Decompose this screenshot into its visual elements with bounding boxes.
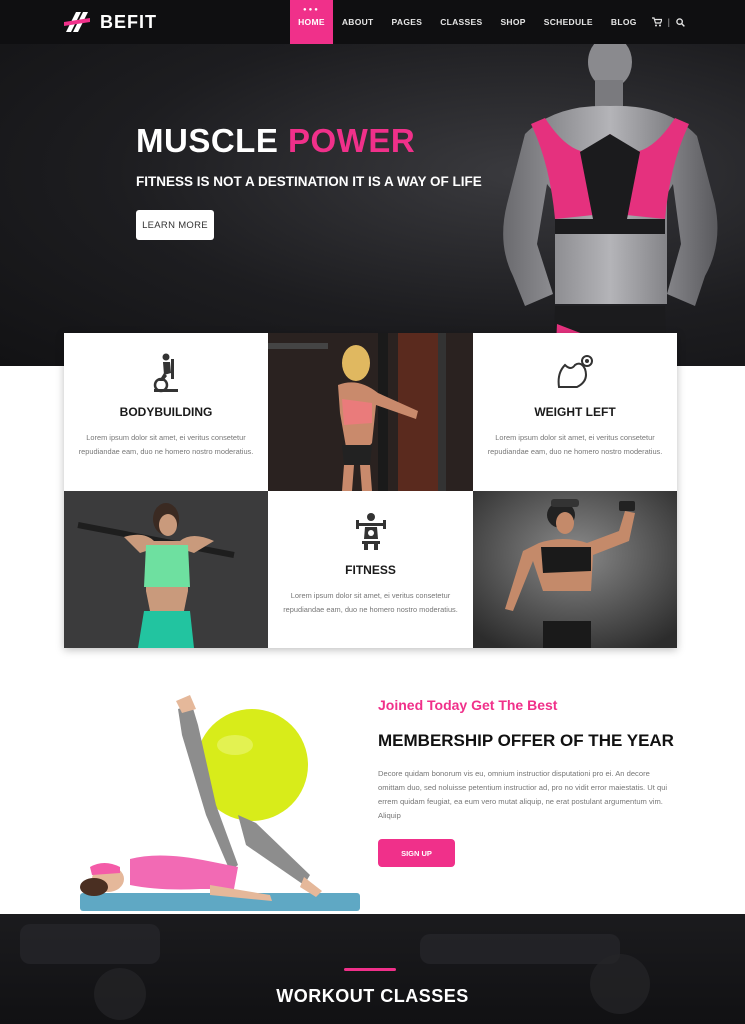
nav-item-pages[interactable]: PAGES bbox=[383, 0, 432, 44]
search-icon[interactable] bbox=[676, 17, 685, 27]
workout-classes-section: WORKOUT CLASSES bbox=[0, 914, 745, 1024]
hero-subtitle: FITNESS IS NOT A DESTINATION IT IS A WAY… bbox=[136, 174, 482, 189]
feature-title: BODYBUILDING bbox=[119, 405, 213, 419]
nav-icons: | bbox=[646, 0, 685, 44]
woman-barbell-image bbox=[64, 491, 268, 648]
woman-training-image bbox=[268, 333, 473, 491]
nav-label: BLOG bbox=[610, 17, 637, 27]
gym-photo-2 bbox=[64, 491, 268, 648]
cart-icon[interactable] bbox=[651, 17, 662, 27]
nav-item-home[interactable]: ●●● HOME bbox=[290, 0, 333, 44]
nav-item-about[interactable]: ABOUT bbox=[333, 0, 383, 44]
logo-mark-icon bbox=[64, 12, 90, 32]
woman-dumbbell-image bbox=[473, 491, 677, 648]
bicep-icon bbox=[557, 355, 593, 388]
membership-title: MEMBERSHIP OFFER OF THE YEAR bbox=[378, 731, 674, 750]
brand-name: BEFIT bbox=[100, 11, 157, 32]
feature-bodybuilding: BODYBUILDING Lorem ipsum dolor sit amet,… bbox=[64, 333, 268, 491]
feature-weight-left: WEIGHT LEFT Lorem ipsum dolor sit amet, … bbox=[473, 333, 677, 491]
learn-more-button[interactable]: LEARN MORE bbox=[136, 210, 214, 240]
weightlifter-icon bbox=[355, 513, 386, 550]
gym-photo-3 bbox=[473, 491, 677, 648]
nav-item-shop[interactable]: SHOP bbox=[491, 0, 534, 44]
gym-photo-1 bbox=[268, 333, 473, 491]
brand-logo[interactable]: BEFIT bbox=[62, 8, 157, 36]
main-menu: ●●● HOME ABOUT PAGES CLASSES SHOP SCHEDU… bbox=[290, 0, 685, 44]
hero-banner: MUSCLE POWER FITNESS IS NOT A DESTINATIO… bbox=[0, 44, 745, 366]
sign-up-button[interactable]: SIGN UP bbox=[378, 839, 455, 867]
hero-title-accent: POWER bbox=[288, 122, 416, 159]
nav-label: ABOUT bbox=[341, 17, 374, 27]
section-divider bbox=[344, 968, 396, 971]
hero-title: MUSCLE POWER bbox=[136, 122, 415, 160]
nav-label: CLASSES bbox=[440, 17, 483, 27]
hero-athlete-image bbox=[503, 44, 718, 366]
nav-label: SHOP bbox=[500, 17, 526, 27]
nav-separator: | bbox=[667, 17, 670, 27]
nav-label: PAGES bbox=[391, 17, 423, 27]
feature-text: Lorem ipsum dolor sit amet, ei veritus c… bbox=[283, 591, 458, 614]
hero-title-main: MUSCLE bbox=[136, 122, 288, 159]
nav-label: SCHEDULE bbox=[543, 17, 593, 27]
exercise-bike-icon bbox=[153, 353, 178, 393]
yoga-ball-woman-image bbox=[80, 695, 360, 911]
top-navbar: BEFIT ●●● HOME ABOUT PAGES CLASSES SHOP … bbox=[0, 0, 745, 44]
membership-description: Decore quidam bonorum vis eu, omnium ins… bbox=[378, 769, 668, 820]
nav-item-blog[interactable]: BLOG bbox=[602, 0, 646, 44]
active-dots-icon: ●●● bbox=[303, 7, 320, 13]
feature-text: Lorem ipsum dolor sit amet, ei veritus c… bbox=[78, 433, 254, 456]
nav-label: HOME bbox=[298, 17, 325, 27]
nav-item-classes[interactable]: CLASSES bbox=[431, 0, 491, 44]
feature-title: WEIGHT LEFT bbox=[534, 405, 616, 419]
membership-tagline: Joined Today Get The Best bbox=[378, 697, 558, 713]
feature-title: FITNESS bbox=[345, 563, 396, 577]
nav-item-schedule[interactable]: SCHEDULE bbox=[535, 0, 602, 44]
feature-text: Lorem ipsum dolor sit amet, ei veritus c… bbox=[487, 433, 663, 456]
workout-classes-title: WORKOUT CLASSES bbox=[276, 986, 469, 1006]
features-grid: BODYBUILDING Lorem ipsum dolor sit amet,… bbox=[64, 333, 677, 648]
feature-fitness: FITNESS Lorem ipsum dolor sit amet, ei v… bbox=[268, 491, 473, 648]
